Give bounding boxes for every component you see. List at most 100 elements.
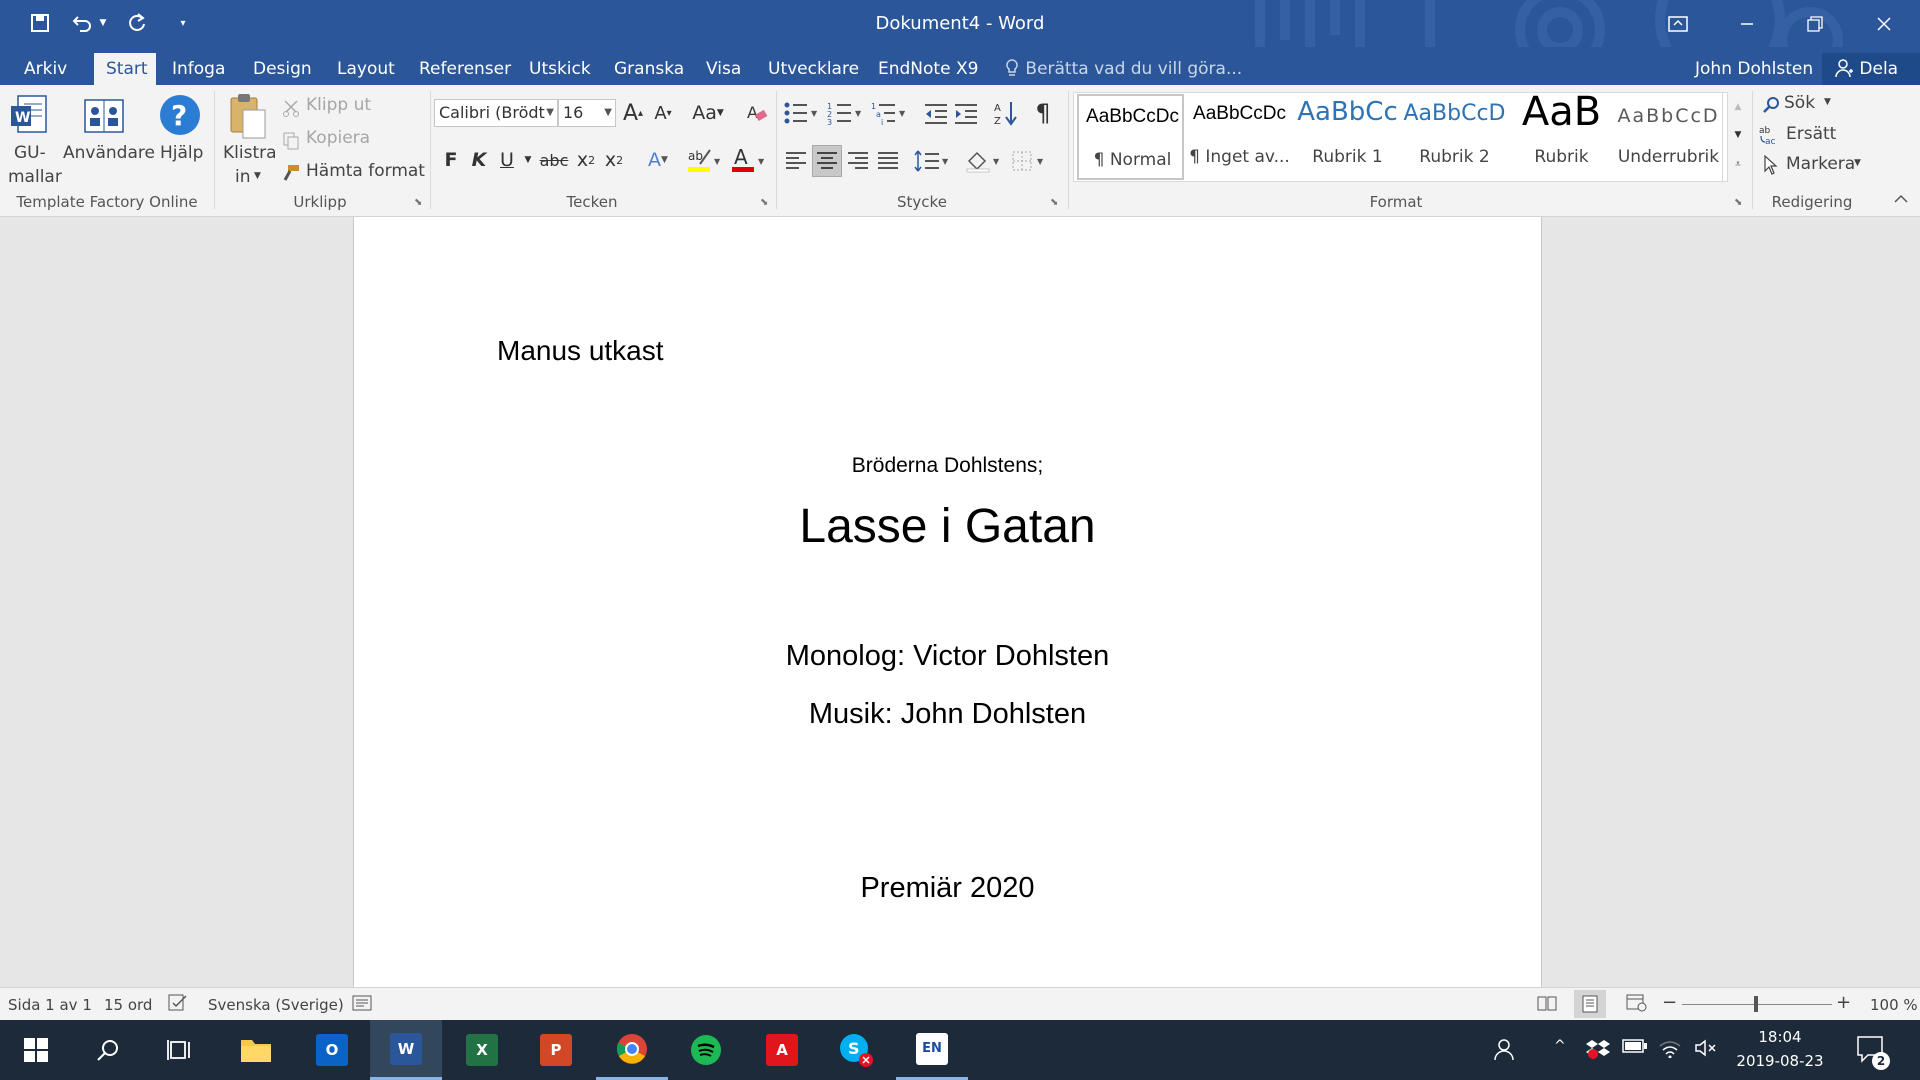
tab-start[interactable]: Start	[94, 53, 156, 85]
gu-templates-label-2[interactable]: mallar	[8, 167, 62, 187]
gallery-down-icon[interactable]: ▼	[1728, 121, 1748, 149]
word-count[interactable]: 15 ord	[104, 996, 152, 1014]
zoom-out-icon[interactable]: −	[1662, 992, 1677, 1013]
volume-muted-icon[interactable]	[1694, 1038, 1718, 1063]
tab-visa[interactable]: Visa	[694, 53, 753, 85]
styles-launcher-icon[interactable]: ⬊	[1734, 197, 1742, 208]
proofing-icon[interactable]	[168, 994, 188, 1016]
sort-icon[interactable]: AZ	[992, 99, 1020, 127]
minimize-icon[interactable]	[1713, 0, 1781, 47]
style-heading-1[interactable]: AaBbCc Rubrik 1	[1294, 93, 1401, 181]
font-color-icon[interactable]: A ▼	[728, 145, 768, 175]
highlight-icon[interactable]: ab ▼	[684, 145, 724, 175]
page-count[interactable]: Sida 1 av 1	[8, 996, 92, 1014]
select-label[interactable]: Markera	[1786, 154, 1855, 174]
find-dropdown-icon[interactable]: ▼	[1824, 97, 1831, 107]
close-icon[interactable]	[1850, 0, 1918, 47]
zoom-slider-thumb[interactable]	[1754, 996, 1758, 1012]
paste-label-1[interactable]: Klistra	[223, 143, 277, 163]
superscript-icon[interactable]: x2	[602, 145, 626, 175]
show-hidden-icons[interactable]: ^	[1554, 1038, 1566, 1054]
subscript-icon[interactable]: x2	[574, 145, 598, 175]
clock-time[interactable]: 18:04	[1730, 1028, 1830, 1046]
file-explorer-icon[interactable]	[220, 1020, 292, 1080]
font-launcher-icon[interactable]: ⬊	[760, 197, 768, 208]
share-button[interactable]: Dela	[1822, 53, 1920, 85]
zoom-level[interactable]: 100 %	[1870, 996, 1918, 1014]
task-view-icon[interactable]	[144, 1020, 216, 1080]
help-icon[interactable]: ?	[158, 93, 202, 137]
windows-start-icon[interactable]	[0, 1020, 72, 1080]
gu-templates-icon[interactable]: W	[8, 93, 52, 137]
style-normal[interactable]: AaBbCcDc ¶ Normal	[1077, 94, 1184, 180]
gallery-more-icon[interactable]: ⩡	[1728, 149, 1748, 179]
format-painter-icon[interactable]	[280, 162, 302, 184]
paste-label-2[interactable]: in	[235, 167, 251, 187]
zoom-in-icon[interactable]: +	[1836, 992, 1851, 1013]
italic-button[interactable]: K	[468, 145, 490, 175]
justify-icon[interactable]	[874, 147, 902, 175]
macro-record-icon[interactable]	[352, 994, 374, 1016]
underline-dropdown-icon[interactable]: ▼	[522, 145, 534, 175]
tab-referenser[interactable]: Referenser	[407, 53, 523, 85]
tab-granska[interactable]: Granska	[602, 53, 696, 85]
clear-formatting-icon[interactable]: A	[744, 99, 770, 127]
print-layout-icon[interactable]	[1574, 990, 1606, 1018]
tab-utvecklare[interactable]: Utvecklare	[756, 53, 871, 85]
users-icon[interactable]	[82, 93, 126, 137]
decrease-indent-icon[interactable]	[922, 99, 950, 127]
search-icon[interactable]	[72, 1020, 144, 1080]
underline-button[interactable]: U	[496, 145, 518, 175]
tab-design[interactable]: Design	[241, 53, 324, 85]
language[interactable]: Svenska (Sverige)	[208, 996, 344, 1014]
style-title[interactable]: AaB Rubrik	[1508, 89, 1615, 181]
read-mode-icon[interactable]	[1536, 994, 1558, 1016]
paste-dropdown-icon[interactable]: ▼	[254, 171, 261, 181]
user-name[interactable]: John Dohlsten	[1683, 53, 1825, 85]
wifi-icon[interactable]	[1658, 1038, 1682, 1063]
excel-icon[interactable]: X	[446, 1020, 518, 1080]
clipboard-launcher-icon[interactable]: ⬊	[414, 197, 422, 208]
replace-label[interactable]: Ersätt	[1786, 124, 1836, 144]
skype-icon[interactable]: S	[820, 1020, 892, 1080]
tell-me-box[interactable]: Berätta vad du vill göra...	[992, 53, 1254, 85]
format-painter-label[interactable]: Hämta format	[306, 161, 425, 181]
shrink-font-icon[interactable]: A ▾	[650, 99, 676, 127]
strikethrough-button[interactable]: abc	[538, 145, 570, 175]
grow-font-icon[interactable]: A ▴	[620, 99, 646, 127]
align-left-icon[interactable]	[782, 147, 810, 175]
paragraph-launcher-icon[interactable]: ⬊	[1050, 197, 1058, 208]
select-dropdown-icon[interactable]: ▼	[1854, 158, 1861, 168]
replace-icon[interactable]: ab ac	[1758, 123, 1784, 147]
gallery-up-icon[interactable]: ▲	[1728, 93, 1748, 121]
dropbox-icon[interactable]	[1586, 1038, 1610, 1065]
tab-arkiv[interactable]: Arkiv	[12, 53, 79, 85]
text-effects-icon[interactable]: A ▼	[640, 145, 676, 175]
show-formatting-marks-icon[interactable]: ¶	[1030, 99, 1056, 127]
numbering-icon[interactable]: 1 2 3 ▼	[826, 99, 866, 127]
line-spacing-icon[interactable]: ▼	[912, 147, 952, 175]
spotify-icon[interactable]	[670, 1020, 742, 1080]
shading-icon[interactable]: ▼	[964, 147, 1004, 175]
battery-icon[interactable]	[1622, 1038, 1648, 1059]
acrobat-icon[interactable]: A	[746, 1020, 818, 1080]
gu-templates-label-1[interactable]: GU-	[14, 143, 46, 163]
change-case-button[interactable]: Aa ▼	[688, 99, 728, 127]
clock-date[interactable]: 2019-08-23	[1730, 1052, 1830, 1070]
ribbon-display-options-icon[interactable]	[1644, 0, 1712, 47]
tab-endnote[interactable]: EndNote X9	[866, 53, 990, 85]
web-layout-icon[interactable]	[1626, 994, 1648, 1016]
align-right-icon[interactable]	[844, 147, 872, 175]
increase-indent-icon[interactable]	[952, 99, 980, 127]
word-taskbar-icon[interactable]: W	[370, 1020, 442, 1080]
tab-infoga[interactable]: Infoga	[160, 53, 237, 85]
style-subtitle[interactable]: AaBbCcD Underrubrik	[1615, 93, 1722, 181]
align-center-icon[interactable]	[812, 145, 842, 177]
tab-layout[interactable]: Layout	[325, 53, 407, 85]
borders-icon[interactable]: ▼	[1010, 147, 1050, 175]
multilevel-list-icon[interactable]: 1 a i ▼	[870, 99, 910, 127]
people-icon[interactable]	[1494, 1038, 1518, 1067]
collapse-ribbon-icon[interactable]	[1890, 189, 1912, 209]
help-label[interactable]: Hjälp	[160, 143, 203, 163]
search-icon[interactable]	[1760, 93, 1782, 117]
